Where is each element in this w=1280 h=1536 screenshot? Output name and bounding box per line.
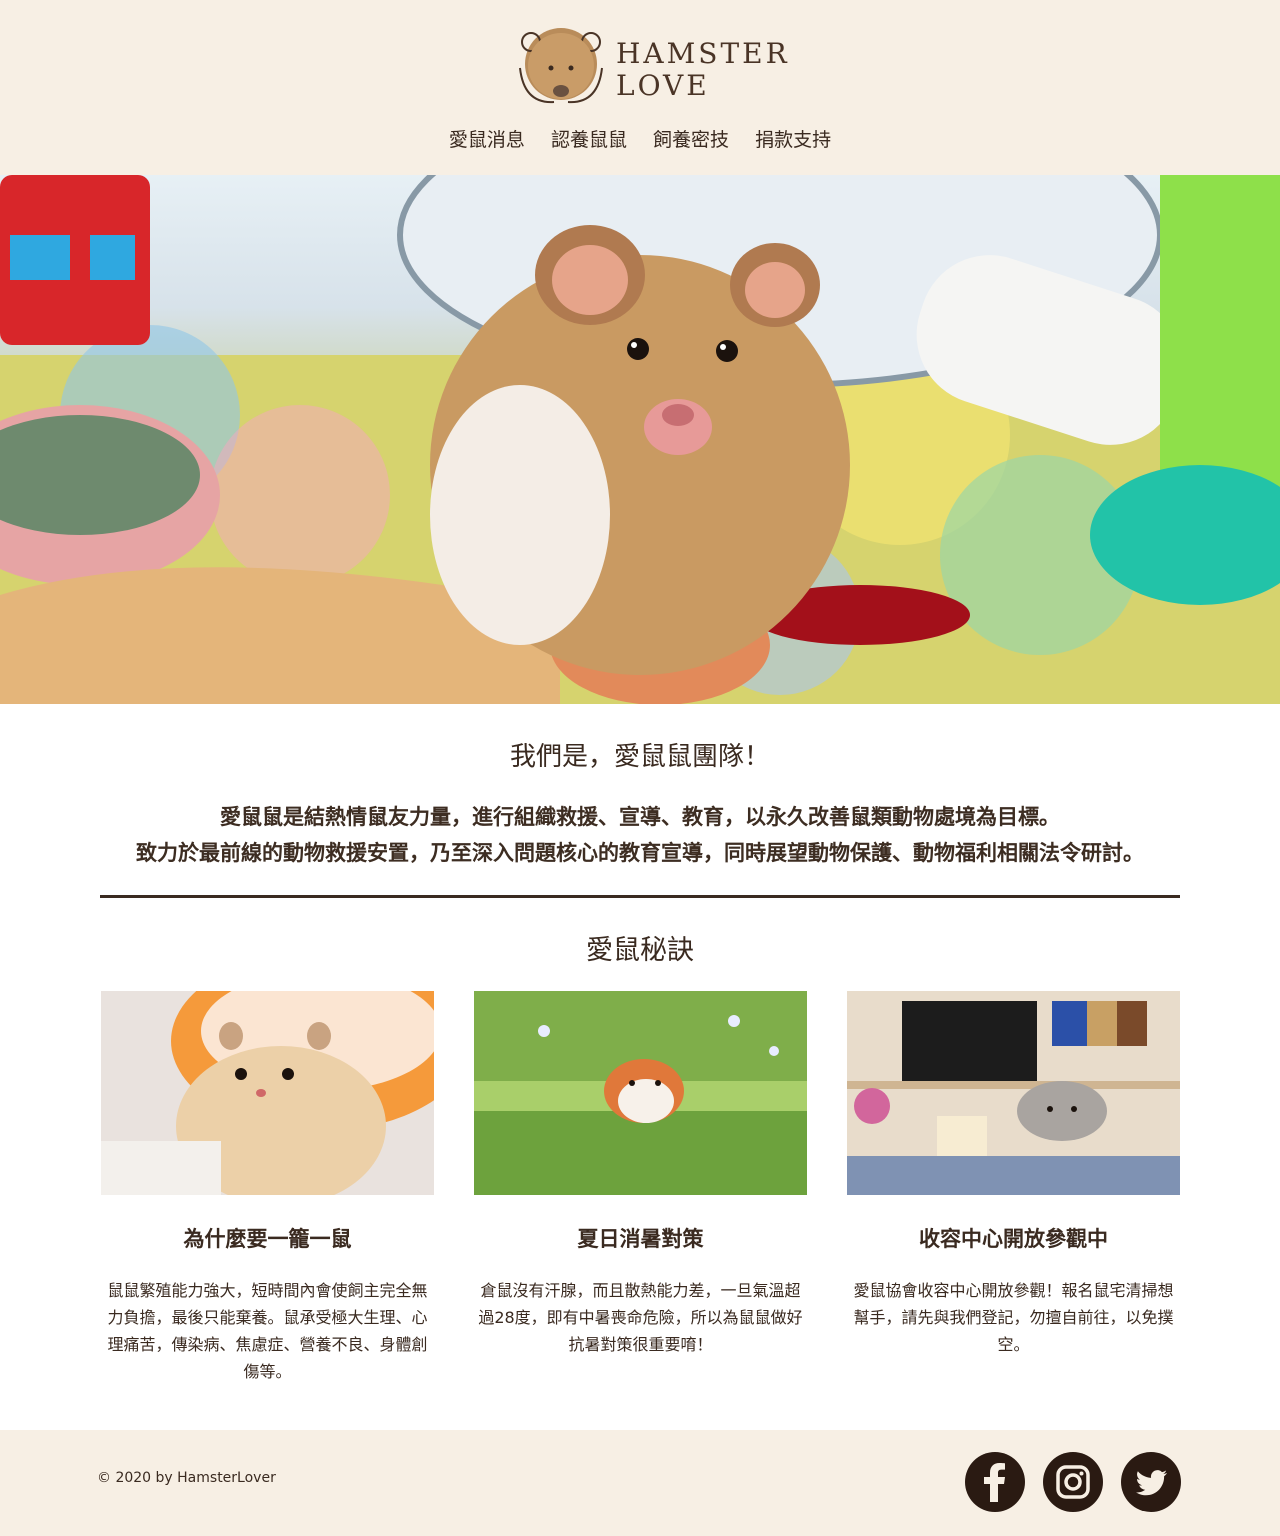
instagram-glyph (1056, 1465, 1090, 1499)
twitter-glyph (1136, 1470, 1168, 1496)
tip-card-description: 鼠鼠繁殖能力強大，短時間內會使飼主完全無力負擔，最後只能棄養。鼠承受極大生理、心… (107, 1281, 428, 1381)
nav-item-care-tips[interactable]: 飼養密技 (653, 125, 729, 152)
facebook-icon[interactable] (965, 1452, 1025, 1512)
site-footer: © 2020 by HamsterLover (0, 1430, 1280, 1536)
brand-line1: HAMSTER (616, 37, 790, 70)
about-title: 我們是，愛鼠鼠團隊！ (509, 742, 770, 772)
nav-item-news[interactable]: 愛鼠消息 (449, 125, 525, 152)
brand-logo[interactable]: HAMSTER LOVE (514, 24, 787, 110)
tip-card-title: 收容中心開放參觀中 (919, 1227, 1108, 1251)
instagram-icon[interactable] (1043, 1452, 1103, 1512)
tip-card-title: 夏日消暑對策 (577, 1227, 704, 1251)
about-line-1: 愛鼠鼠是結熱情鼠友力量，進行組織救援、宣導、教育，以永久改善鼠類動物處境為目標。 (220, 805, 1060, 829)
brand-line2: LOVE (616, 69, 710, 102)
section-divider (100, 895, 1180, 898)
brand-name: HAMSTER LOVE (616, 38, 790, 102)
hamster-cafe-photo-icon (847, 991, 1180, 1195)
tip-card-image[interactable] (101, 991, 434, 1195)
tips-cards: 為什麼要一籠一鼠 鼠鼠繁殖能力強大，短時間內會使飼主完全無力負擔，最後只能棄養。… (0, 991, 1280, 1411)
twitter-icon[interactable] (1121, 1452, 1181, 1512)
nav-item-donate[interactable]: 捐款支持 (755, 125, 831, 152)
main-nav: 愛鼠消息 認養鼠鼠 飼養密技 捐款支持 (0, 125, 1280, 152)
nav-item-adopt[interactable]: 認養鼠鼠 (551, 125, 627, 152)
tip-card-one-hamster-per-cage[interactable]: 為什麼要一籠一鼠 鼠鼠繁殖能力強大，短時間內會使飼主完全無力負擔，最後只能棄養。… (101, 991, 434, 1385)
hamster-hero-illustration (0, 175, 1280, 704)
tip-card-summer-heat[interactable]: 夏日消暑對策 倉鼠沒有汗腺，而且散熱能力差，一旦氣溫超過28度，即有中暑喪命危險… (474, 991, 807, 1358)
tip-card-description: 倉鼠沒有汗腺，而且散熱能力差，一旦氣溫超過28度，即有中暑喪命危險，所以為鼠鼠做… (478, 1281, 803, 1354)
tip-card-shelter-visit[interactable]: 收容中心開放參觀中 愛鼠協會收容中心開放參觀！報名鼠宅清掃想幫手，請先與我們登記… (847, 991, 1180, 1358)
about-line-2: 致力於最前線的動物救援安置，乃至深入問題核心的教育宣導，同時展望動物保護、動物福… (136, 841, 1144, 865)
tip-card-title: 為什麼要一籠一鼠 (183, 1227, 352, 1251)
tip-card-image[interactable] (847, 991, 1180, 1195)
tip-card-description: 愛鼠協會收容中心開放參觀！報名鼠宅清掃想幫手，請先與我們登記，勿擅自前往，以免撲… (853, 1281, 1174, 1354)
copyright-text: © 2020 by HamsterLover (97, 1470, 276, 1486)
tip-card-image[interactable] (474, 991, 807, 1195)
hero-image (0, 175, 1280, 704)
about-description: 愛鼠鼠是結熱情鼠友力量，進行組織救援、宣導、教育，以永久改善鼠類動物處境為目標。… (110, 799, 1170, 871)
hamster-logo-icon (519, 28, 603, 104)
hamster-grass-photo-icon (474, 991, 807, 1195)
facebook-glyph (984, 1463, 1005, 1502)
tips-title: 愛鼠秘訣 (586, 935, 694, 966)
hamster-photo-icon (101, 991, 434, 1195)
site-header: HAMSTER LOVE 愛鼠消息 認養鼠鼠 飼養密技 捐款支持 (0, 0, 1280, 175)
